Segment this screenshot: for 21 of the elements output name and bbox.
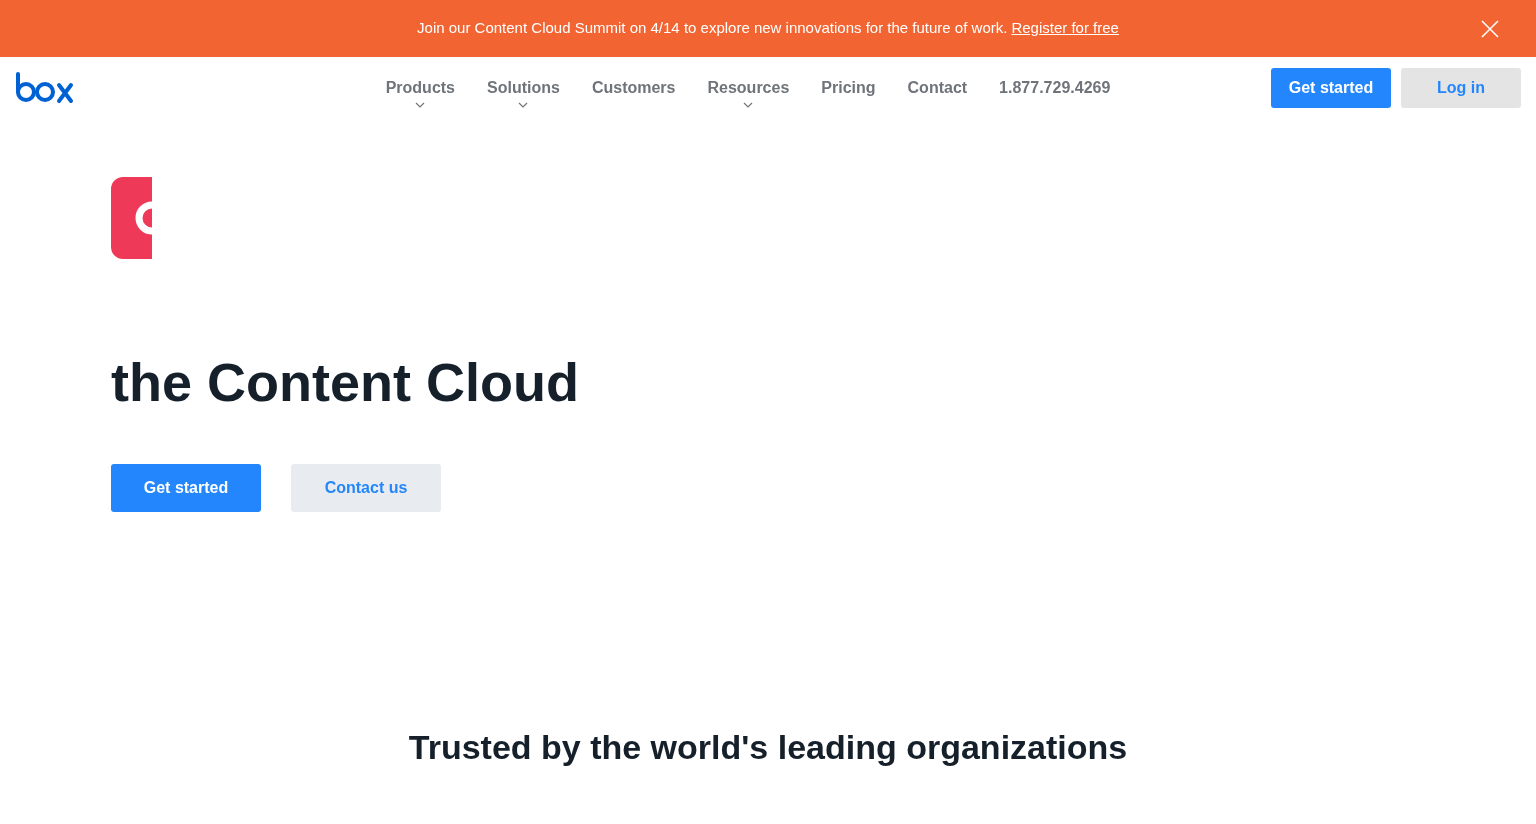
hero-title: the Content Cloud xyxy=(111,355,579,409)
get-started-button[interactable]: Get started xyxy=(111,464,261,512)
register-link[interactable]: Register for free xyxy=(1011,17,1119,40)
nav-link[interactable]: Products xyxy=(385,68,455,108)
box-logo[interactable] xyxy=(15,72,75,104)
nav-link[interactable]: Customers xyxy=(591,68,676,108)
close-icon[interactable] xyxy=(1481,20,1499,38)
section-heading: Trusted by the world's leading organizations xyxy=(408,730,1128,764)
contact-us-button[interactable]: Contact us xyxy=(291,464,441,512)
chevron-down-icon xyxy=(415,102,426,108)
chevron-down-icon xyxy=(743,102,754,108)
get-started-button[interactable]: Get started xyxy=(1271,68,1391,108)
nav-link[interactable]: 1.877.729.4269 xyxy=(999,68,1111,108)
nav-link[interactable]: Pricing xyxy=(821,68,876,108)
login-button[interactable]: Log in xyxy=(1401,68,1521,108)
banner-text: Join our Content Cloud Summit on 4/14 to explore new innovations for the future of work. xyxy=(417,18,1008,39)
app-icon xyxy=(111,177,152,259)
nav-link[interactable]: Contact xyxy=(907,68,968,108)
nav-link[interactable]: Solutions xyxy=(487,68,560,108)
nav-link[interactable]: Resources xyxy=(707,68,790,108)
chevron-down-icon xyxy=(518,102,529,108)
